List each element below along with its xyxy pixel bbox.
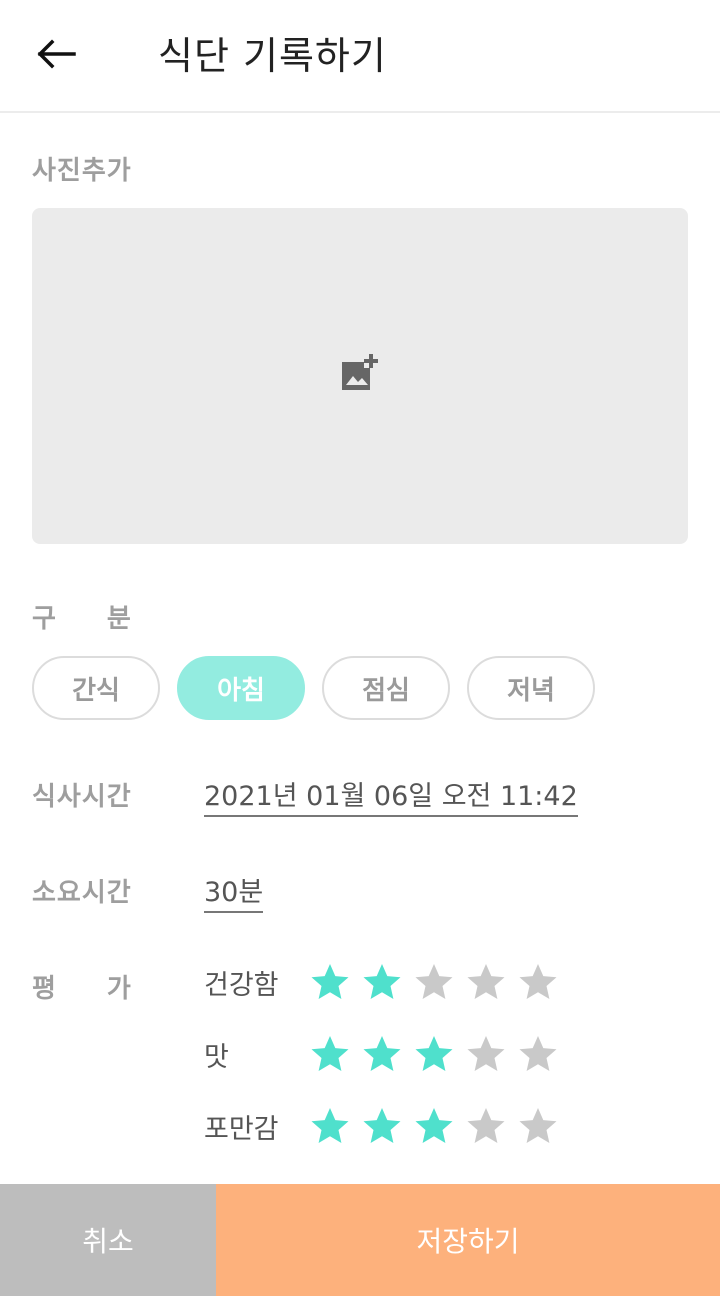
star-empty-icon[interactable] — [414, 962, 454, 1002]
star-rating[interactable] — [310, 962, 558, 1002]
star-filled-icon[interactable] — [362, 1106, 402, 1146]
duration-picker[interactable]: 30분 — [204, 870, 264, 913]
meal-time-label: 식사시간 — [32, 782, 132, 812]
star-filled-icon[interactable] — [310, 1106, 350, 1146]
star-filled-icon[interactable] — [414, 1106, 454, 1146]
category-label: 구분 — [32, 598, 132, 635]
back-button[interactable] — [24, 28, 88, 84]
star-empty-icon[interactable] — [518, 962, 558, 1002]
page-title: 식단 기록하기 — [158, 34, 387, 78]
add-photo-area[interactable] — [32, 208, 688, 544]
rating-label-part2: 가 — [106, 974, 132, 1004]
star-filled-icon[interactable] — [362, 1034, 402, 1074]
star-rating[interactable] — [310, 1034, 558, 1074]
category-chip-group: 간식 아침 점심 저녁 — [32, 656, 595, 720]
add-photo-icon — [340, 354, 380, 398]
chip-breakfast[interactable]: 아침 — [177, 656, 305, 720]
category-label-part1: 구 — [32, 604, 57, 634]
photo-section-label: 사진추가 — [32, 156, 132, 186]
cancel-button[interactable]: 취소 — [0, 1184, 216, 1296]
rating-item-label: 맛 — [204, 1041, 229, 1073]
star-empty-icon[interactable] — [466, 962, 506, 1002]
star-filled-icon[interactable] — [310, 962, 350, 1002]
rating-row-health: 건강함 — [204, 962, 558, 1002]
star-filled-icon[interactable] — [414, 1034, 454, 1074]
star-filled-icon[interactable] — [362, 962, 402, 1002]
save-button[interactable]: 저장하기 — [216, 1184, 720, 1296]
star-empty-icon[interactable] — [466, 1034, 506, 1074]
rating-item-label: 건강함 — [204, 969, 279, 1001]
star-filled-icon[interactable] — [310, 1034, 350, 1074]
chip-snack[interactable]: 간식 — [32, 656, 160, 720]
arrow-left-icon — [36, 39, 76, 73]
meal-time-picker[interactable]: 2021년 01월 06일 오전 11:42 — [204, 774, 578, 817]
app-bar: 식단 기록하기 — [0, 0, 720, 113]
rating-label-part1: 평 — [32, 974, 57, 1004]
duration-label: 소요시간 — [32, 878, 132, 908]
rating-item-label: 포만감 — [204, 1113, 279, 1145]
star-empty-icon[interactable] — [518, 1106, 558, 1146]
rating-label: 평가 — [32, 968, 132, 1005]
star-rating[interactable] — [310, 1106, 558, 1146]
category-label-part2: 분 — [106, 604, 132, 634]
rating-row-fullness: 포만감 — [204, 1106, 558, 1146]
chip-dinner[interactable]: 저녁 — [467, 656, 595, 720]
rating-row-taste: 맛 — [204, 1034, 558, 1074]
chip-lunch[interactable]: 점심 — [322, 656, 450, 720]
bottom-action-bar: 취소 저장하기 — [0, 1184, 720, 1296]
star-empty-icon[interactable] — [518, 1034, 558, 1074]
star-empty-icon[interactable] — [466, 1106, 506, 1146]
